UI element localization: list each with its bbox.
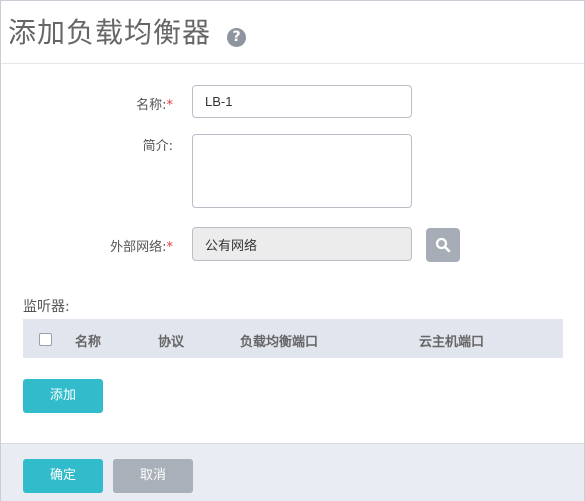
network-search-button[interactable] [426,228,460,262]
cancel-button[interactable]: 取消 [113,459,193,493]
column-header-name: 名称 [75,335,102,350]
external-network-input[interactable] [192,227,412,261]
add-listener-button[interactable]: 添加 [23,379,103,413]
dialog-header: 添加负载均衡器 ? [1,1,584,64]
external-network-required-mark: * [166,240,174,255]
help-icon[interactable]: ? [227,28,246,47]
column-header-protocol: 协议 [158,335,185,350]
column-header-instance-port: 云主机端口 [419,335,485,350]
dialog-footer: 确定 取消 [1,443,584,501]
external-network-label: 外部网络:* [53,236,173,255]
dialog-title: 添加负载均衡器 [8,16,212,49]
search-icon [435,237,451,253]
description-label-text: 简介: [142,139,173,154]
name-required-mark: * [166,98,174,113]
listeners-section-label: 监听器: [23,299,70,315]
name-label: 名称:* [53,94,173,113]
description-label: 简介: [53,135,173,154]
add-load-balancer-dialog: 添加负载均衡器 ? 名称:* 简介: 外部网络:* 监听器: 名称 协议 负载均… [0,0,585,501]
name-label-text: 名称: [136,98,167,113]
external-network-label-text: 外部网络: [110,240,167,255]
confirm-button[interactable]: 确定 [23,459,103,493]
name-input[interactable] [192,85,412,118]
column-header-lb-port: 负载均衡端口 [240,335,319,350]
select-all-checkbox[interactable] [39,333,52,346]
listeners-table-header: 名称 协议 负载均衡端口 云主机端口 [23,319,563,358]
description-textarea[interactable] [192,134,412,208]
